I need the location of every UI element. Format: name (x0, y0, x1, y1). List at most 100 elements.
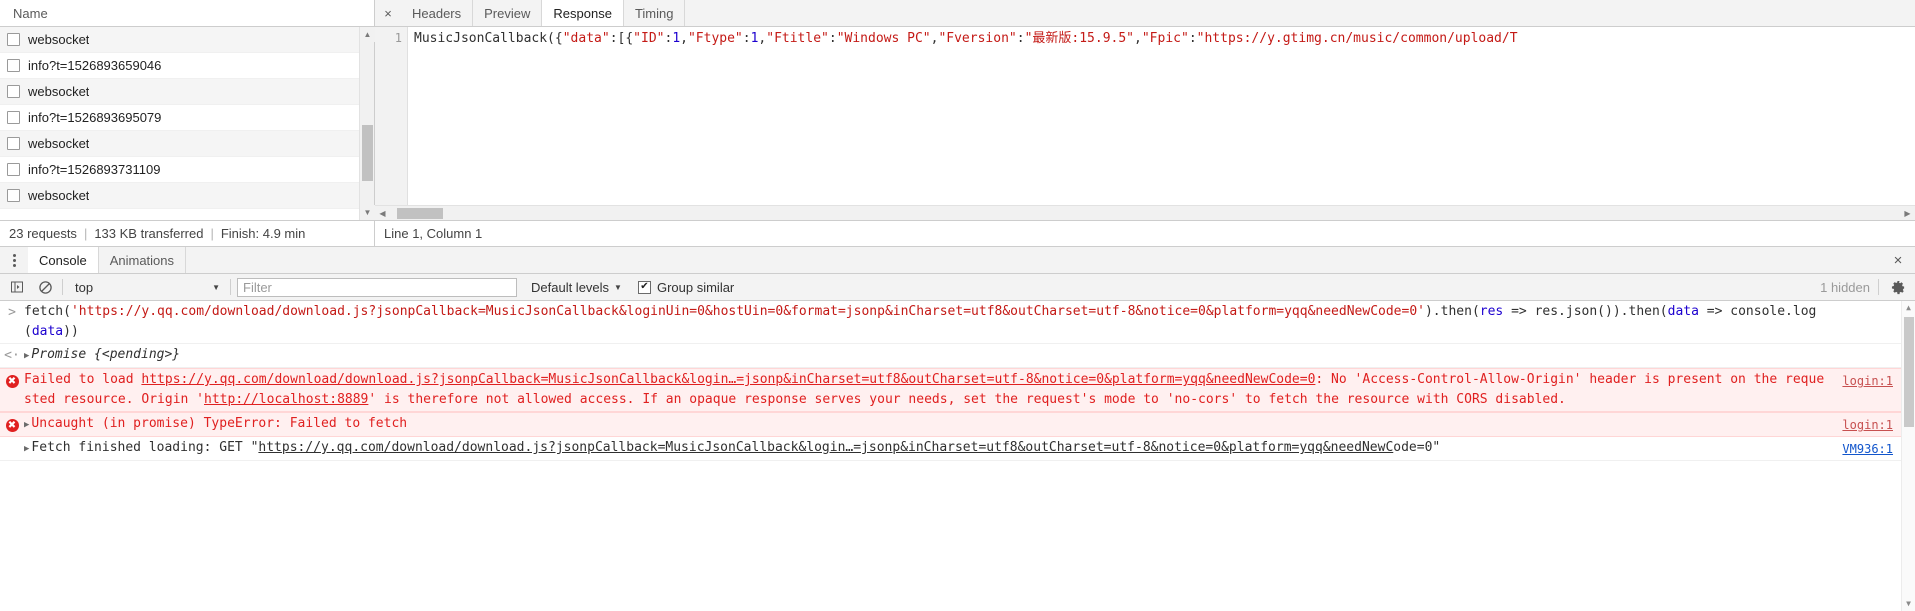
group-similar-toggle[interactable]: ✔ Group similar (637, 280, 734, 295)
network-status-bar: 23 requests | 133 KB transferred | Finis… (0, 220, 1915, 246)
request-row[interactable]: websocket (0, 131, 374, 157)
request-list-scrollbar[interactable]: ▲ ▼ (359, 27, 375, 220)
execution-context-select[interactable]: top ▼ (69, 278, 224, 297)
expand-triangle-icon[interactable]: ▶ (24, 420, 29, 430)
console-filter-input[interactable]: Filter (237, 277, 517, 297)
code-token: MusicJsonCallback({ (414, 31, 563, 46)
request-row[interactable]: websocket (0, 183, 374, 209)
expand-triangle-icon[interactable]: ▶ (24, 444, 29, 454)
request-row[interactable]: websocket (0, 27, 374, 53)
request-name: websocket (28, 84, 90, 99)
console-token: data (31, 324, 64, 339)
request-checkbox[interactable] (7, 59, 20, 72)
console-link[interactable]: https://y.qq.com/download/download.js?js… (258, 440, 1393, 455)
console-text: ode=0" (1393, 440, 1441, 455)
console-token: => res.json()).then( (1503, 304, 1668, 319)
network-body: Name websocket info?t=1526893659046 websoc… (0, 0, 1915, 220)
tab-headers[interactable]: Headers (401, 0, 474, 26)
console-link[interactable]: https://y.qq.com/download/download.js?js… (141, 372, 1315, 387)
console-message-error[interactable]: ✖ Failed to load https://y.qq.com/downloa… (0, 368, 1915, 412)
request-name: websocket (28, 188, 90, 203)
gear-icon[interactable] (1887, 277, 1909, 297)
group-similar-checkbox[interactable]: ✔ (637, 280, 651, 294)
console-message-text: fetch('https://y.qq.com/download/downloa… (24, 302, 1915, 342)
request-list: Name websocket info?t=1526893659046 websoc… (0, 0, 375, 220)
close-detail-icon[interactable]: × (375, 0, 401, 26)
console-token: data (1667, 304, 1699, 319)
code-token: "最新版:15.9.5" (1024, 31, 1135, 46)
error-icon: ✖ (0, 370, 24, 410)
request-checkbox[interactable] (7, 33, 20, 46)
console-toolbar-right: 1 hidden (1820, 277, 1909, 297)
console-token: res (1479, 304, 1504, 319)
request-list-column-header[interactable]: Name (0, 0, 374, 27)
scroll-right-icon[interactable]: ▶ (1900, 209, 1915, 218)
request-checkbox[interactable] (7, 163, 20, 176)
tab-preview[interactable]: Preview (473, 0, 543, 26)
more-options-icon[interactable] (0, 247, 28, 273)
console-token: )) (63, 324, 79, 339)
console-text: Fetch finished loading: GET " (31, 440, 259, 455)
console-scrollbar-thumb[interactable] (1904, 317, 1914, 427)
console-token: fetch( (24, 304, 71, 319)
request-rows[interactable]: websocket info?t=1526893659046 websocket in… (0, 27, 374, 220)
info-icon (0, 438, 24, 459)
tab-response[interactable]: Response (542, 0, 624, 26)
console-source-link[interactable]: login:1 (1842, 371, 1893, 391)
close-drawer-icon[interactable]: × (1881, 247, 1915, 273)
console-message-info[interactable]: ▶ Fetch finished loading: GET "https://y.… (0, 437, 1915, 461)
hidden-messages-count: 1 hidden (1820, 279, 1870, 295)
request-row[interactable]: info?t=1526893695079 (0, 105, 374, 131)
request-row[interactable]: info?t=1526893659046 (0, 53, 374, 79)
network-panel: Name websocket info?t=1526893659046 websoc… (0, 0, 1915, 247)
response-tabs: × Headers Preview Response Timing (375, 0, 1915, 27)
log-levels-select[interactable]: Default levels ▼ (531, 280, 622, 295)
console-message-text: ▶ Promise {<pending>} (24, 345, 1915, 366)
console-scroll-down-icon[interactable]: ▼ (1902, 597, 1915, 611)
console-sidebar-toggle-icon[interactable] (6, 277, 28, 297)
console-source-link[interactable]: login:1 (1842, 415, 1893, 435)
request-checkbox[interactable] (7, 111, 20, 124)
tab-timing[interactable]: Timing (624, 0, 686, 26)
code-token: : (742, 31, 751, 46)
chevron-down-icon-levels: ▼ (614, 282, 622, 292)
response-content: 1 MusicJsonCallback({"data":[{"ID":1,"Ft… (375, 27, 1915, 220)
request-row[interactable]: websocket (0, 79, 374, 105)
line-number-gutter: 1 (375, 27, 408, 220)
request-checkbox[interactable] (7, 85, 20, 98)
request-row[interactable]: info?t=1526893731109 (0, 157, 374, 183)
scroll-up-icon[interactable]: ▲ (360, 27, 375, 42)
scroll-left-icon[interactable]: ◀ (375, 209, 390, 218)
request-checkbox[interactable] (7, 189, 20, 202)
response-body-code[interactable]: MusicJsonCallback({"data":[{"ID":1,"Ftyp… (408, 27, 1915, 220)
expand-triangle-icon[interactable]: ▶ (24, 351, 29, 361)
request-name: websocket (28, 32, 90, 47)
scrollbar-thumb[interactable] (362, 125, 373, 181)
hscrollbar-thumb[interactable] (397, 208, 443, 219)
code-token: "https://y.gtimg.cn/music/common/upload/… (1196, 31, 1518, 46)
console-link[interactable]: http://localhost:8889 (204, 392, 368, 407)
console-message-input[interactable]: > fetch('https://y.qq.com/download/downlo… (0, 301, 1915, 344)
console-message-error[interactable]: ✖ ▶ Uncaught (in promise) TypeError: Faile… (0, 412, 1915, 437)
code-token: "Fpic" (1141, 31, 1189, 46)
result-arrow-icon: <· (4, 348, 20, 363)
status-separator-2: | (210, 226, 214, 241)
prompt-icon: > (8, 305, 16, 320)
console-message-list[interactable]: > fetch('https://y.qq.com/download/downlo… (0, 301, 1915, 611)
scroll-down-icon[interactable]: ▼ (360, 205, 375, 220)
console-source-link[interactable]: VM936:1 (1842, 439, 1893, 459)
devtools-window: Name websocket info?t=1526893659046 websoc… (0, 0, 1915, 611)
drawer-tab-animations[interactable]: Animations (99, 247, 187, 273)
toolbar-divider-2 (230, 279, 231, 295)
console-message-result[interactable]: <· ▶ Promise {<pending>} (0, 344, 1915, 368)
console-scroll-up-icon[interactable]: ▲ (1902, 301, 1915, 315)
response-horizontal-scrollbar[interactable]: ◀ ▶ (375, 205, 1915, 220)
request-checkbox[interactable] (7, 137, 20, 150)
code-token: , (1134, 31, 1142, 46)
drawer-tab-console[interactable]: Console (28, 247, 99, 273)
code-token: , (680, 31, 688, 46)
clear-console-icon[interactable] (34, 277, 56, 297)
request-count: 23 requests (9, 226, 77, 241)
console-scrollbar[interactable]: ▲ ▼ (1901, 301, 1915, 611)
console-text: Failed to load (24, 372, 142, 387)
